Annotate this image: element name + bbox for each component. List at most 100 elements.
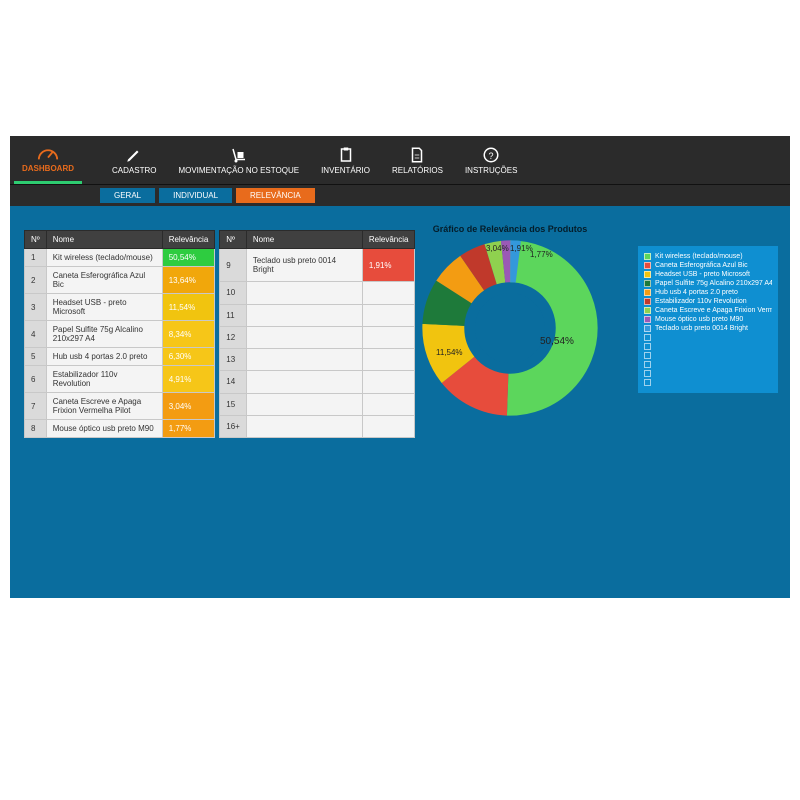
nav-instrucoes[interactable]: ? INSTRUÇÕES <box>457 136 525 184</box>
table-row[interactable]: 8Mouse óptico usb preto M901,77% <box>25 420 215 438</box>
legend-item[interactable] <box>644 333 772 342</box>
table-row[interactable]: 4Papel Sulfite 75g Alcalino 210x297 A48,… <box>25 321 215 348</box>
table-left: Nº Nome Relevância 1Kit wireless (teclad… <box>24 230 215 438</box>
donut-chart: 50,54% 11,54% 1,91% 3,04% 1,77% <box>422 240 598 416</box>
cell-nome: Caneta Escreve e Apaga Frixion Vermelha … <box>46 393 162 420</box>
col-n: Nº <box>25 231 47 249</box>
tab-individual[interactable]: INDIVIDUAL <box>159 188 232 203</box>
table-row[interactable]: 1Kit wireless (teclado/mouse)50,54% <box>25 249 215 267</box>
nav-label: INSTRUÇÕES <box>465 166 517 175</box>
legend-swatch <box>644 289 651 296</box>
cell-nome <box>246 415 362 437</box>
cell-n: 10 <box>220 282 247 304</box>
cell-rel: 11,54% <box>162 294 215 321</box>
cell-rel: 50,54% <box>162 249 215 267</box>
relevance-tables: Nº Nome Relevância 1Kit wireless (teclad… <box>24 230 415 438</box>
table-row[interactable]: 15 <box>220 393 415 415</box>
legend-item[interactable]: Caneta Escreve e Apaga Frixion Vermelha … <box>644 306 772 315</box>
nav-label: RELATÓRIOS <box>392 166 443 175</box>
legend-text: Caneta Escreve e Apaga Frixion Vermelha … <box>655 307 772 314</box>
tab-geral[interactable]: GERAL <box>100 188 155 203</box>
cell-n: 5 <box>25 348 47 366</box>
table-row[interactable]: 3Headset USB - preto Microsoft11,54% <box>25 294 215 321</box>
tab-relevancia[interactable]: RELEVÂNCIA <box>236 188 315 203</box>
legend-swatch <box>644 307 651 314</box>
legend-item[interactable]: Kit wireless (teclado/mouse) <box>644 252 772 261</box>
legend-swatch <box>644 298 651 305</box>
nav-label: DASHBOARD <box>22 164 74 173</box>
cell-nome: Mouse óptico usb preto M90 <box>46 420 162 438</box>
legend-swatch <box>644 280 651 287</box>
table-row[interactable]: 2Caneta Esferográfica Azul Bic13,64% <box>25 267 215 294</box>
cell-nome <box>246 349 362 371</box>
table-row[interactable]: 6Estabilizador 110v Revolution4,91% <box>25 366 215 393</box>
table-row[interactable]: 11 <box>220 304 415 326</box>
legend-text: Kit wireless (teclado/mouse) <box>655 253 743 260</box>
table-row[interactable]: 13 <box>220 349 415 371</box>
cell-n: 15 <box>220 393 247 415</box>
cell-nome: Teclado usb preto 0014 Bright <box>246 249 362 282</box>
clipboard-icon <box>335 146 357 164</box>
table-right: Nº Nome Relevância 9Teclado usb preto 00… <box>219 230 415 438</box>
legend-swatch <box>644 370 651 377</box>
legend-swatch <box>644 343 651 350</box>
table-row[interactable]: 10 <box>220 282 415 304</box>
legend-text: Papel Sulfite 75g Alcalino 210x297 A4 <box>655 280 772 287</box>
table-row[interactable]: 14 <box>220 371 415 393</box>
legend-item[interactable]: Caneta Esferográfica Azul Bic <box>644 261 772 270</box>
legend-item[interactable]: Hub usb 4 portas 2.0 preto <box>644 288 772 297</box>
legend-swatch <box>644 316 651 323</box>
legend-item[interactable]: Papel Sulfite 75g Alcalino 210x297 A4 <box>644 279 772 288</box>
cell-n: 4 <box>25 321 47 348</box>
cell-rel: 1,77% <box>162 420 215 438</box>
table-row[interactable]: 7Caneta Escreve e Apaga Frixion Vermelha… <box>25 393 215 420</box>
legend-item[interactable] <box>644 369 772 378</box>
cell-n: 14 <box>220 371 247 393</box>
table-row[interactable]: 9Teclado usb preto 0014 Bright1,91% <box>220 249 415 282</box>
cell-n: 7 <box>25 393 47 420</box>
cell-rel: 4,91% <box>162 366 215 393</box>
nav-label: INVENTÁRIO <box>321 166 370 175</box>
cell-nome: Headset USB - preto Microsoft <box>46 294 162 321</box>
app-window: DASHBOARD CADASTRO MOVIMENTAÇÃO NO ESTOQ… <box>10 136 790 598</box>
legend-item[interactable]: Mouse óptico usb preto M90 <box>644 315 772 324</box>
cell-rel: 6,30% <box>162 348 215 366</box>
legend-item[interactable] <box>644 360 772 369</box>
top-nav: DASHBOARD CADASTRO MOVIMENTAÇÃO NO ESTOQ… <box>10 136 790 184</box>
cell-rel <box>362 415 415 437</box>
nav-inventario[interactable]: INVENTÁRIO <box>313 136 378 184</box>
nav-movimentacao[interactable]: MOVIMENTAÇÃO NO ESTOQUE <box>170 136 307 184</box>
nav-cadastro[interactable]: CADASTRO <box>104 136 164 184</box>
chart-legend: Kit wireless (teclado/mouse)Caneta Esfer… <box>638 246 778 393</box>
legend-item[interactable] <box>644 378 772 387</box>
table-row[interactable]: 5Hub usb 4 portas 2.0 preto6,30% <box>25 348 215 366</box>
legend-swatch <box>644 334 651 341</box>
cell-nome: Kit wireless (teclado/mouse) <box>46 249 162 267</box>
legend-text: Mouse óptico usb preto M90 <box>655 316 743 323</box>
legend-item[interactable]: Headset USB - preto Microsoft <box>644 270 772 279</box>
cell-rel: 13,64% <box>162 267 215 294</box>
legend-item[interactable]: Estabilizador 110v Revolution <box>644 297 772 306</box>
nav-dashboard[interactable]: DASHBOARD <box>14 136 82 184</box>
cell-n: 9 <box>220 249 247 282</box>
cell-nome: Estabilizador 110v Revolution <box>46 366 162 393</box>
legend-swatch <box>644 253 651 260</box>
cell-nome <box>246 282 362 304</box>
legend-item[interactable] <box>644 342 772 351</box>
slice-label: 1,77% <box>530 250 553 259</box>
table-row[interactable]: 16+ <box>220 415 415 437</box>
document-icon <box>406 146 428 164</box>
legend-item[interactable] <box>644 351 772 360</box>
content-area: Nº Nome Relevância 1Kit wireless (teclad… <box>10 206 790 598</box>
nav-label: CADASTRO <box>112 166 156 175</box>
legend-text: Teclado usb preto 0014 Bright <box>655 325 748 332</box>
nav-relatorios[interactable]: RELATÓRIOS <box>384 136 451 184</box>
legend-text: Hub usb 4 portas 2.0 preto <box>655 289 738 296</box>
legend-swatch <box>644 361 651 368</box>
legend-item[interactable]: Teclado usb preto 0014 Bright <box>644 324 772 333</box>
cell-nome <box>246 304 362 326</box>
table-row[interactable]: 12 <box>220 326 415 348</box>
cell-nome <box>246 326 362 348</box>
cell-n: 16+ <box>220 415 247 437</box>
legend-swatch <box>644 262 651 269</box>
